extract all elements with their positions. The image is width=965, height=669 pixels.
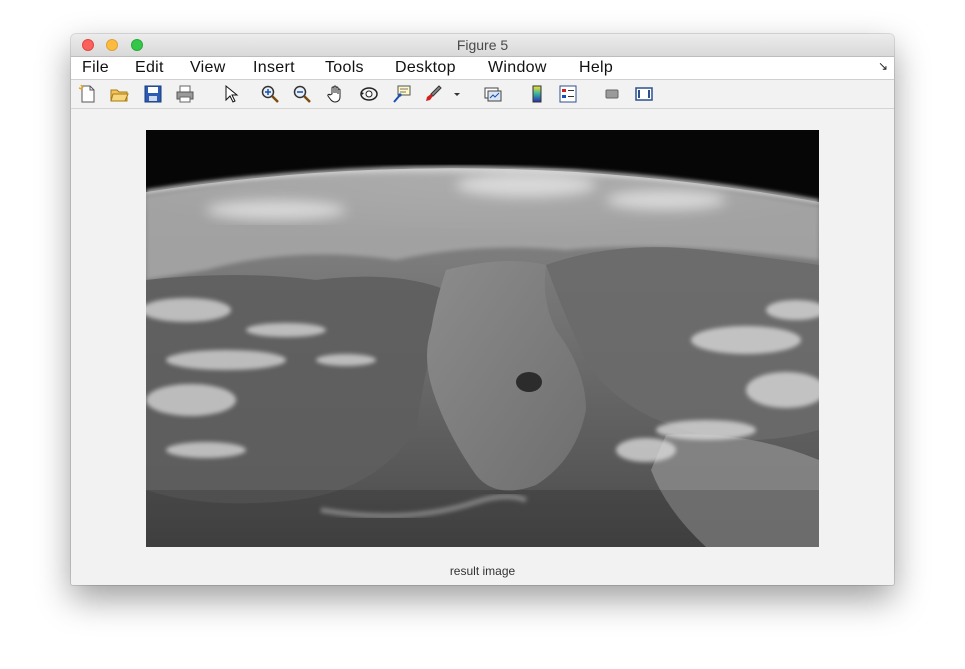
menu-tools[interactable]: Tools (325, 59, 364, 77)
menu-bar: File Edit View Insert Tools Desktop Wind… (71, 57, 894, 80)
menu-desktop[interactable]: Desktop (395, 59, 456, 77)
image-caption: result image (449, 564, 516, 578)
menu-help[interactable]: Help (579, 59, 613, 77)
menu-insert[interactable]: Insert (253, 59, 295, 77)
legend-icon[interactable] (558, 84, 578, 104)
show-plot-tools-icon[interactable] (634, 84, 654, 104)
brush-icon[interactable] (423, 84, 443, 104)
colorbar-icon[interactable] (527, 84, 547, 104)
link-plot-icon[interactable] (483, 84, 503, 104)
print-icon[interactable] (175, 84, 195, 104)
zoom-out-icon[interactable] (292, 84, 312, 104)
title-bar[interactable]: Figure 5 (71, 34, 894, 57)
save-icon[interactable] (143, 84, 163, 104)
hide-plot-tools-icon[interactable] (602, 84, 622, 104)
menu-view[interactable]: View (190, 59, 226, 77)
pointer-icon[interactable] (221, 84, 241, 104)
dock-arrow-icon[interactable]: ↘ (878, 59, 888, 73)
new-figure-icon[interactable] (78, 84, 98, 104)
pan-hand-icon[interactable] (326, 84, 346, 104)
menu-window[interactable]: Window (488, 59, 547, 77)
figure-window: Figure 5 File Edit View Insert Tools Des… (71, 34, 894, 585)
window-title: Figure 5 (456, 37, 509, 53)
zoom-in-icon[interactable] (260, 84, 280, 104)
open-file-icon[interactable] (109, 84, 129, 104)
result-image[interactable] (146, 130, 819, 547)
rotate-3d-icon[interactable] (359, 84, 379, 104)
earth-image (146, 130, 819, 547)
data-cursor-icon[interactable] (392, 84, 412, 104)
figure-toolbar (71, 80, 894, 109)
brush-dropdown-icon[interactable] (452, 84, 462, 104)
menu-file[interactable]: File (82, 59, 109, 77)
menu-edit[interactable]: Edit (135, 59, 164, 77)
